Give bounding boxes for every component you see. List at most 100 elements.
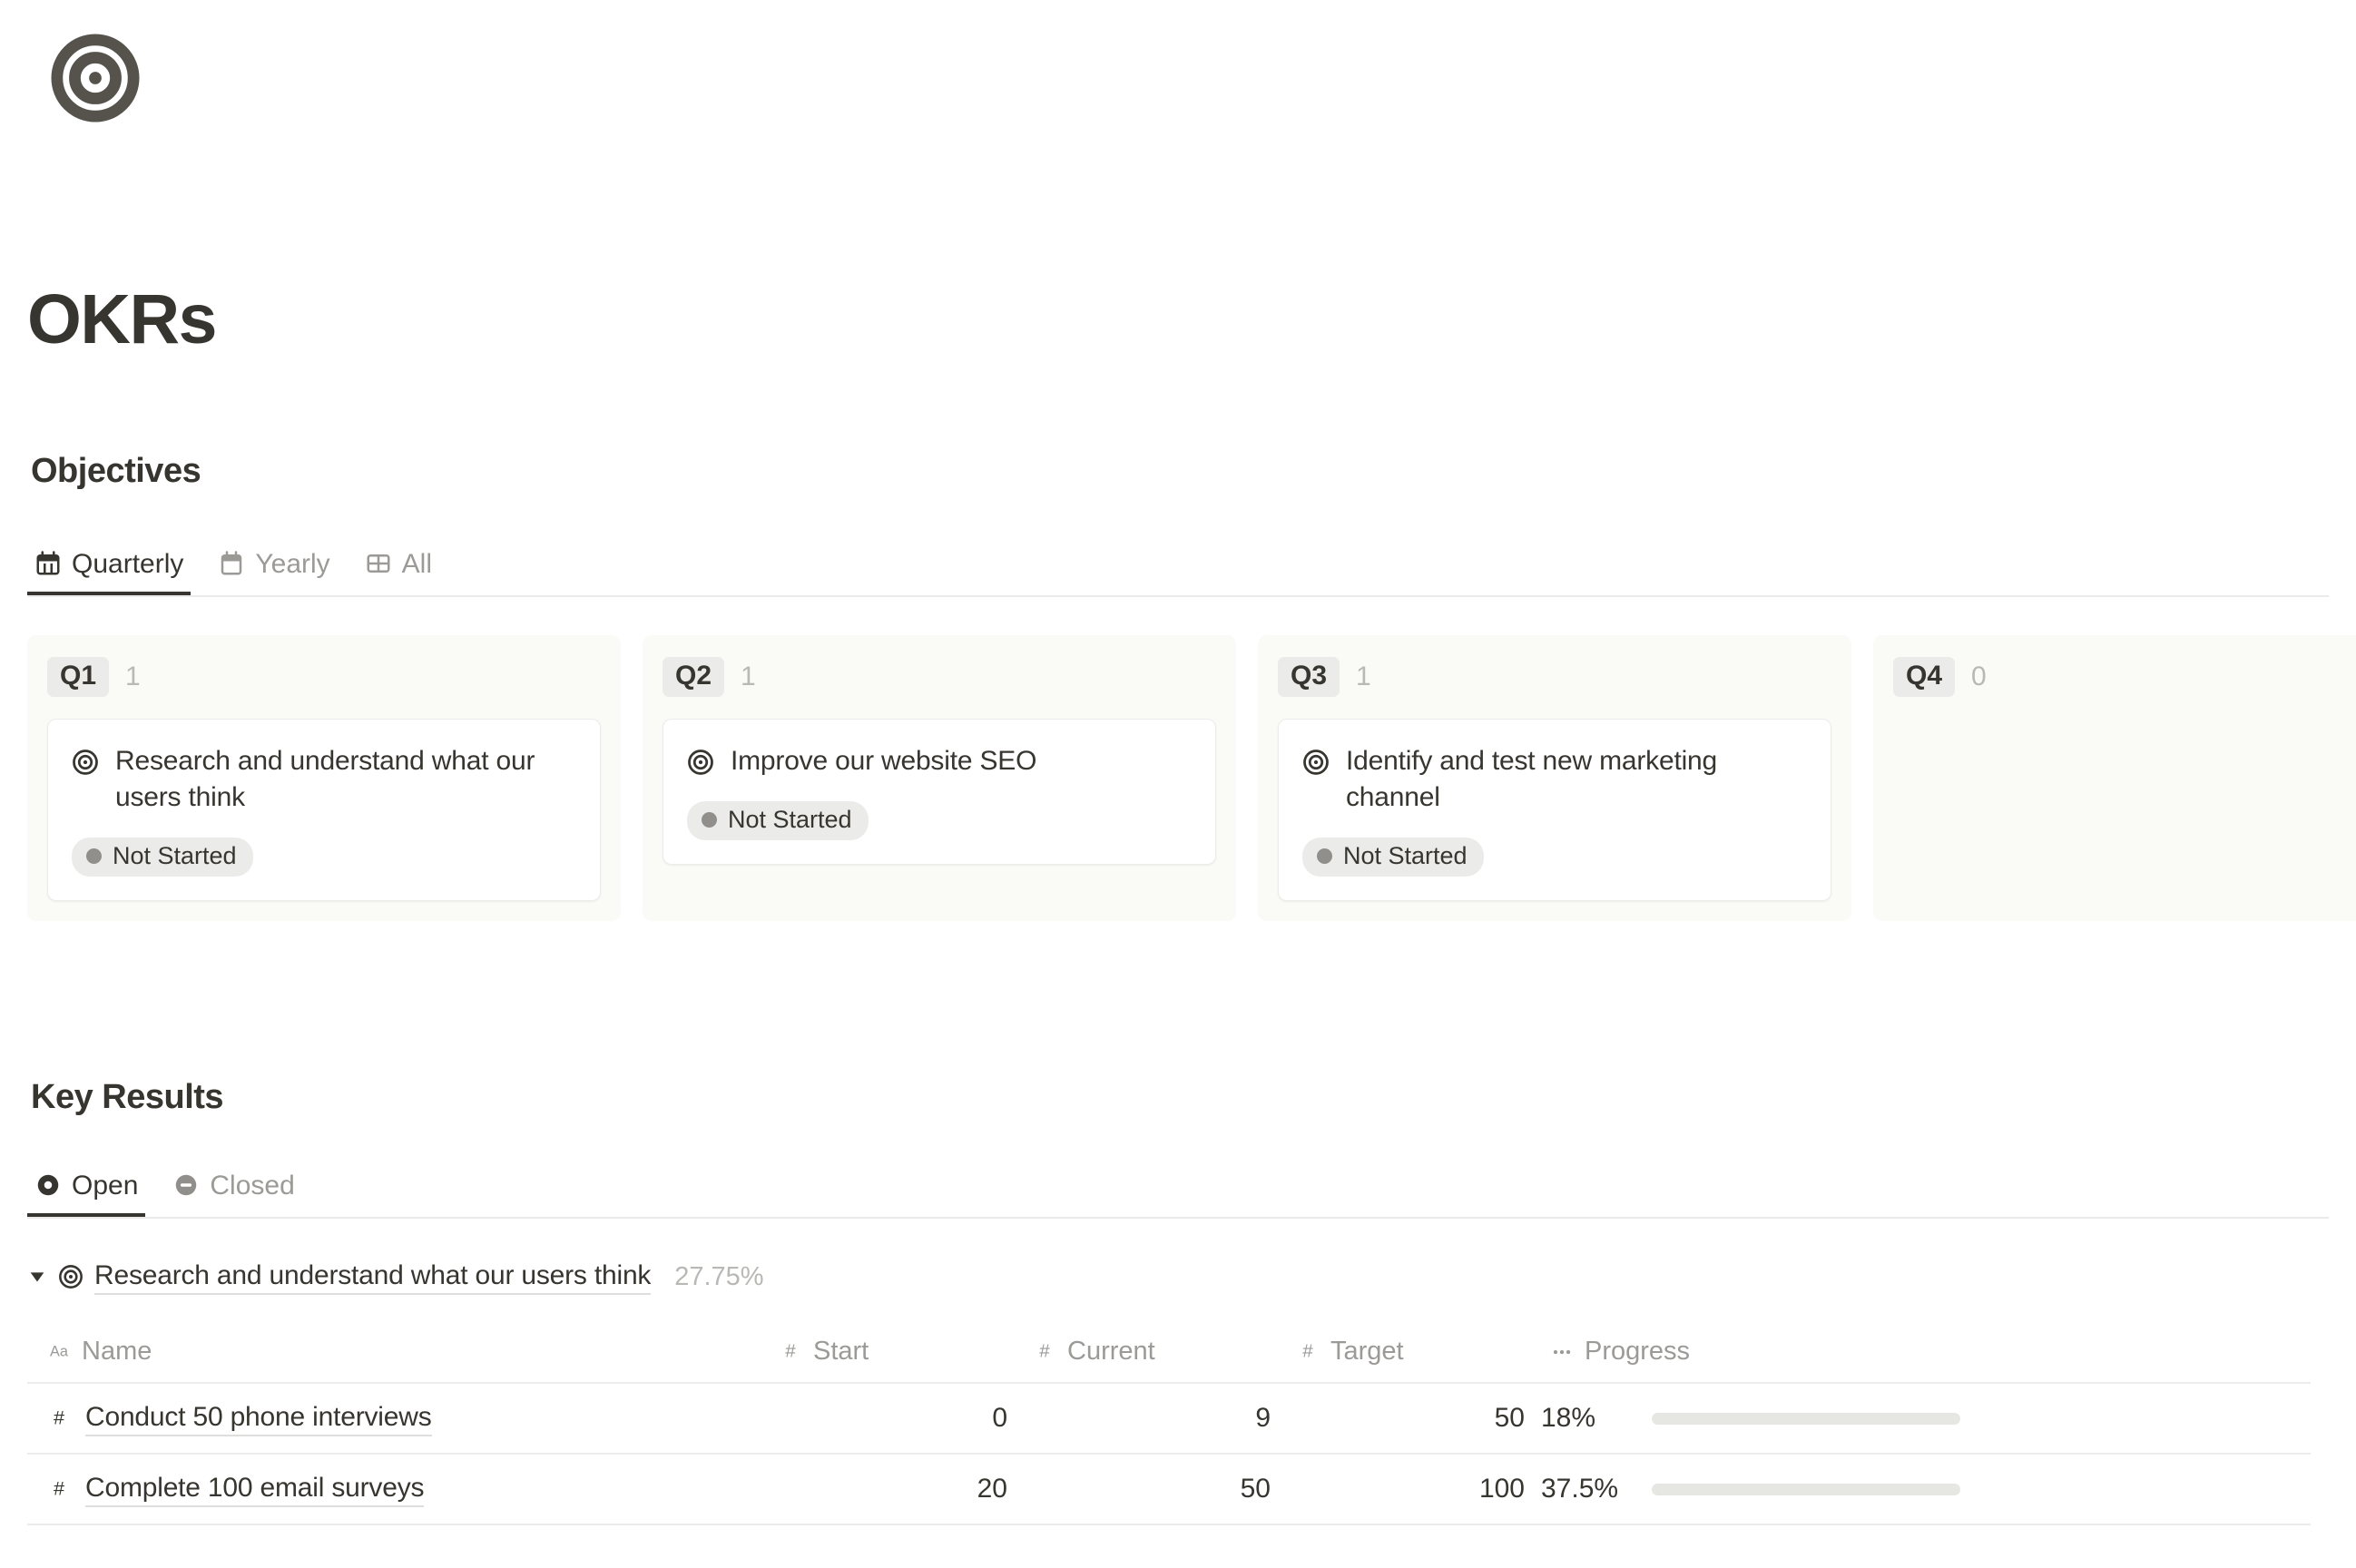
objectives-heading: Objectives bbox=[31, 452, 201, 490]
calendar-icon bbox=[218, 550, 245, 577]
status-dot-icon bbox=[86, 848, 102, 864]
caret-down-icon[interactable] bbox=[27, 1267, 58, 1287]
objectives-tabbar: Quarterly Yearly All bbox=[27, 532, 2329, 597]
open-circle-icon bbox=[34, 1171, 62, 1199]
tab-closed[interactable]: Closed bbox=[165, 1153, 301, 1217]
column-header-current-label: Current bbox=[1067, 1336, 1155, 1366]
table-row[interactable]: # Complete 100 email surveys 20 50 100 3… bbox=[27, 1455, 2311, 1525]
okr-page: OKRs Objectives Quarterly Yearly All Q1 … bbox=[0, 0, 2356, 1568]
row-current-cell[interactable]: 50 bbox=[1016, 1474, 1280, 1504]
svg-text:#: # bbox=[1302, 1341, 1313, 1362]
table-header-row: Aa Name # Start # Current # Target Progr… bbox=[27, 1320, 2311, 1384]
column-header-target-label: Target bbox=[1330, 1336, 1404, 1366]
objective-card[interactable]: Improve our website SEO Not Started bbox=[663, 719, 1216, 865]
tab-yearly[interactable]: Yearly bbox=[211, 532, 337, 595]
row-progress-cell: 37.5% bbox=[1534, 1474, 2311, 1504]
table-icon bbox=[365, 550, 392, 577]
objective-card-title-row: Research and understand what our users t… bbox=[72, 743, 574, 816]
quarter-chip-q3[interactable]: Q3 bbox=[1278, 657, 1340, 697]
row-target-cell[interactable]: 100 bbox=[1280, 1474, 1534, 1504]
table-row[interactable]: # Conduct 50 phone interviews 0 9 50 18% bbox=[27, 1384, 2311, 1455]
svg-text:Aa: Aa bbox=[50, 1343, 69, 1359]
svg-text:#: # bbox=[54, 1477, 64, 1500]
number-field-icon: # bbox=[1033, 1339, 1056, 1363]
objectives-board: Q1 1 Research and understand what our us… bbox=[27, 635, 2356, 921]
number-field-icon: # bbox=[47, 1406, 85, 1431]
row-start-cell[interactable]: 0 bbox=[762, 1403, 1016, 1434]
column-header-current[interactable]: # Current bbox=[1016, 1337, 1280, 1367]
row-name-cell[interactable]: # Conduct 50 phone interviews bbox=[27, 1400, 762, 1436]
objective-card-title-row: Identify and test new marketing channel bbox=[1302, 743, 1805, 816]
column-header-progress[interactable]: Progress bbox=[1534, 1337, 2311, 1367]
status-dot-icon bbox=[1317, 848, 1332, 864]
quarter-count-q3: 1 bbox=[1356, 662, 1371, 691]
quarter-column-q4: Q4 0 bbox=[1873, 635, 2356, 921]
row-current-cell[interactable]: 9 bbox=[1016, 1403, 1280, 1434]
row-target-cell[interactable]: 50 bbox=[1280, 1403, 1534, 1434]
status-badge[interactable]: Not Started bbox=[687, 800, 869, 840]
column-header-start-label: Start bbox=[813, 1336, 869, 1366]
row-progress-label: 37.5% bbox=[1541, 1474, 1619, 1504]
quarter-header-q4: Q4 0 bbox=[1893, 657, 2356, 697]
tab-open[interactable]: Open bbox=[27, 1153, 146, 1217]
calendar-grid-icon bbox=[34, 550, 62, 577]
status-badge-label: Not Started bbox=[1343, 841, 1468, 869]
progress-bar-track bbox=[1652, 1412, 1960, 1425]
quarter-body-q4 bbox=[1893, 697, 2356, 704]
objective-card-label: Identify and test new marketing channel bbox=[1346, 746, 1718, 812]
formula-field-icon bbox=[1550, 1339, 1574, 1363]
key-results-group-title[interactable]: Research and understand what our users t… bbox=[94, 1259, 651, 1295]
key-results-group-row: Research and understand what our users t… bbox=[27, 1257, 764, 1297]
row-start-cell[interactable]: 20 bbox=[762, 1474, 1016, 1504]
column-header-name-label: Name bbox=[82, 1336, 152, 1366]
objective-card-label: Research and understand what our users t… bbox=[115, 746, 535, 812]
tab-quarterly[interactable]: Quarterly bbox=[27, 532, 191, 595]
row-name-label[interactable]: Complete 100 email surveys bbox=[85, 1471, 425, 1507]
status-badge[interactable]: Not Started bbox=[1302, 837, 1484, 877]
row-progress-label: 18% bbox=[1541, 1403, 1596, 1433]
number-field-icon: # bbox=[779, 1339, 802, 1363]
status-badge-label: Not Started bbox=[113, 841, 237, 869]
minus-circle-icon bbox=[172, 1171, 200, 1199]
quarter-count-q2: 1 bbox=[741, 662, 756, 691]
quarter-column-q3: Q3 1 Identify and test new marketing cha… bbox=[1258, 635, 1851, 921]
svg-text:#: # bbox=[785, 1341, 796, 1362]
row-name-cell[interactable]: # Complete 100 email surveys bbox=[27, 1471, 762, 1507]
status-badge[interactable]: Not Started bbox=[72, 837, 253, 877]
key-results-heading: Key Results bbox=[31, 1078, 224, 1116]
quarter-column-q1: Q1 1 Research and understand what our us… bbox=[27, 635, 621, 921]
quarter-header-q1: Q1 1 bbox=[47, 657, 601, 697]
tab-closed-label: Closed bbox=[210, 1171, 295, 1200]
column-header-target[interactable]: # Target bbox=[1280, 1337, 1534, 1367]
target-icon bbox=[1302, 749, 1330, 776]
row-name-label[interactable]: Conduct 50 phone interviews bbox=[85, 1400, 432, 1436]
text-field-icon: Aa bbox=[47, 1339, 71, 1363]
quarter-body-q2: Improve our website SEO Not Started bbox=[663, 719, 1216, 865]
svg-text:#: # bbox=[54, 1406, 64, 1429]
number-field-icon: # bbox=[1296, 1339, 1320, 1363]
quarter-header-q2: Q2 1 bbox=[663, 657, 1216, 697]
objective-card[interactable]: Research and understand what our users t… bbox=[47, 719, 601, 901]
key-results-group-percent: 27.75% bbox=[674, 1261, 764, 1291]
objective-card-label: Improve our website SEO bbox=[731, 746, 1037, 776]
key-results-tabbar: Open Closed bbox=[27, 1153, 2329, 1219]
quarter-chip-q2[interactable]: Q2 bbox=[663, 657, 725, 697]
key-results-table: Aa Name # Start # Current # Target Progr… bbox=[27, 1320, 2311, 1525]
column-header-name[interactable]: Aa Name bbox=[27, 1337, 762, 1367]
status-badge-label: Not Started bbox=[728, 805, 852, 833]
target-icon bbox=[51, 34, 140, 122]
tab-quarterly-label: Quarterly bbox=[72, 549, 184, 579]
objective-card[interactable]: Identify and test new marketing channel … bbox=[1278, 719, 1831, 901]
quarter-body-q1: Research and understand what our users t… bbox=[47, 719, 601, 901]
tab-all[interactable]: All bbox=[358, 532, 439, 595]
status-dot-icon bbox=[702, 811, 717, 828]
quarter-column-q2: Q2 1 Improve our website SEO Not Started bbox=[643, 635, 1236, 921]
tab-open-label: Open bbox=[72, 1171, 139, 1200]
target-icon bbox=[58, 1264, 94, 1289]
quarter-chip-q4[interactable]: Q4 bbox=[1893, 657, 1956, 697]
quarter-chip-q1[interactable]: Q1 bbox=[47, 657, 110, 697]
quarter-header-q3: Q3 1 bbox=[1278, 657, 1831, 697]
column-header-start[interactable]: # Start bbox=[762, 1337, 1016, 1367]
progress-bar-track bbox=[1652, 1483, 1960, 1495]
quarter-count-q4: 0 bbox=[1971, 662, 1987, 691]
